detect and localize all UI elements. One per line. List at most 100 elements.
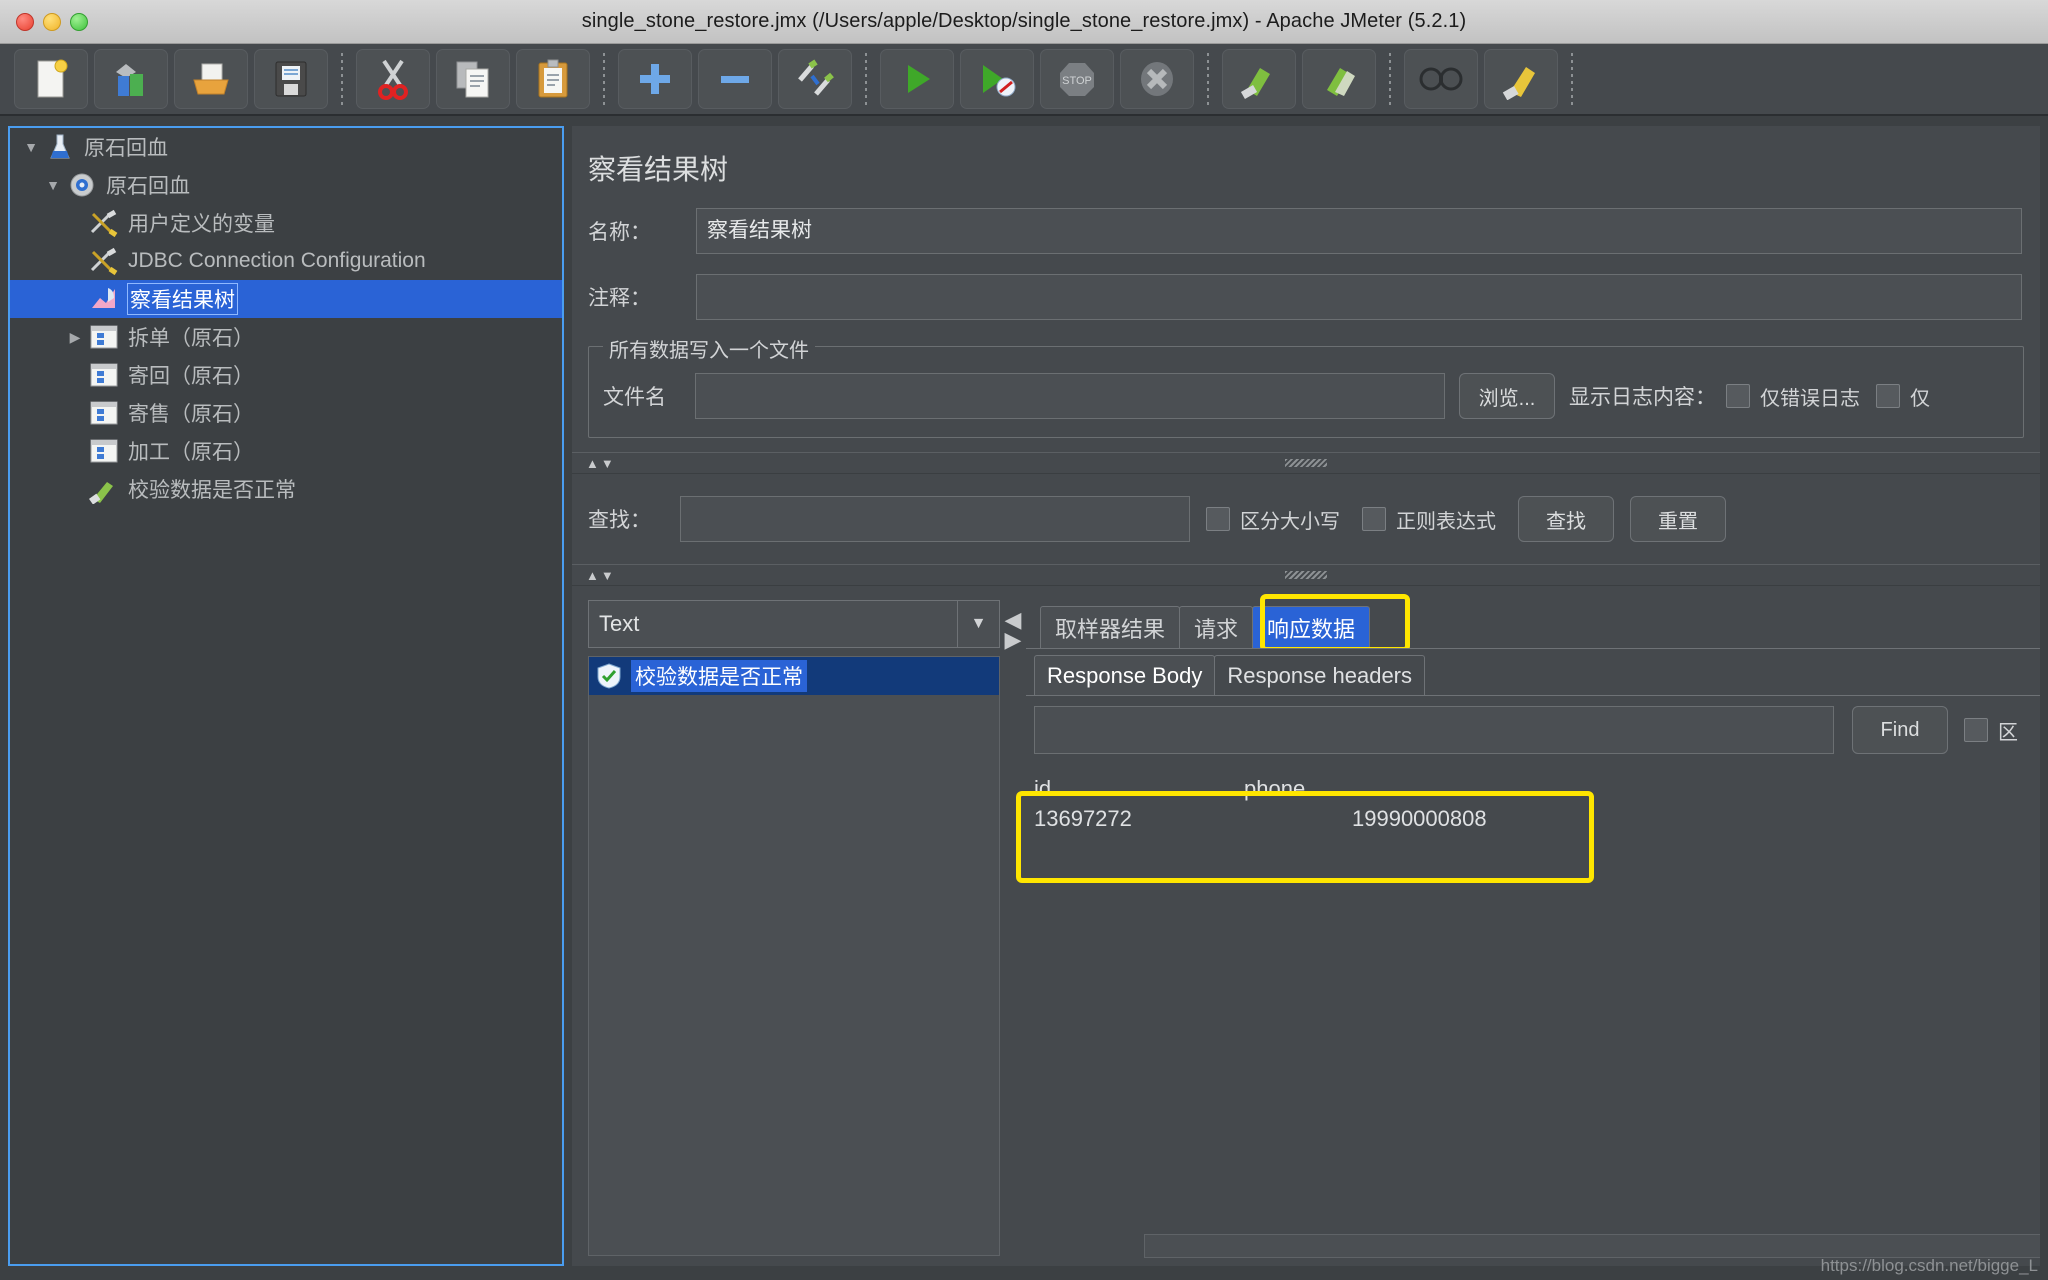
split-collapse-arrows-icon[interactable]: ▲▼ (586, 456, 616, 471)
toggle-button[interactable] (778, 49, 852, 109)
paste-button[interactable] (516, 49, 590, 109)
body-case-checkbox[interactable] (1964, 718, 1988, 742)
chevron-right-icon[interactable]: ▶ (62, 329, 88, 346)
tree-item[interactable]: · 寄回（原石） (10, 356, 562, 394)
close-window-button[interactable] (16, 13, 34, 31)
copy-button[interactable] (436, 49, 510, 109)
name-input[interactable]: 察看结果树 (696, 208, 2022, 254)
tree-item[interactable]: ▶ 拆单（原石） (10, 318, 562, 356)
response-sub-tab[interactable]: Response headers (1214, 655, 1426, 695)
tree-item-label: 原石回血 (106, 175, 190, 198)
browse-button[interactable]: 浏览... (1459, 373, 1555, 419)
window-controls[interactable] (16, 13, 88, 31)
name-label: 名称： (588, 221, 651, 244)
tree-item-label: 察看结果树 (127, 283, 238, 315)
response-col-phone-header: phone (1244, 776, 1306, 801)
response-sub-tab[interactable]: Response Body (1034, 655, 1216, 695)
clear-button[interactable] (1222, 49, 1296, 109)
success-shield-icon (595, 662, 623, 690)
toolbar-separator (1389, 53, 1391, 105)
templates-button[interactable] (94, 49, 168, 109)
test-plan-tree[interactable]: ▼ 原石回血 ▼ 原石回血 · 用户定义的变量 · JDBC Connection Confi… (8, 126, 564, 1266)
result-list-item[interactable]: 校验数据是否正常 (589, 657, 999, 695)
response-body-content[interactable]: id phone 13697272 19990000808 (1026, 764, 2040, 834)
stop-icon: STOP (1060, 63, 1094, 96)
comment-label: 注释： (588, 287, 651, 310)
search-button[interactable] (1404, 49, 1478, 109)
body-find-button[interactable]: Find (1852, 706, 1948, 754)
split-grip-icon-2[interactable] (1285, 571, 1327, 579)
filename-label: 文件名 (603, 386, 666, 409)
save-button[interactable] (254, 49, 328, 109)
case-sensitive-checkbox[interactable] (1206, 507, 1230, 531)
twisty-spacer: · (62, 443, 88, 459)
twisty-spacer: · (62, 481, 88, 497)
chevron-down-icon[interactable]: ▼ (957, 601, 999, 647)
response-body-data-row: 13697272 19990000808 (1034, 804, 2040, 834)
cut-button[interactable] (356, 49, 430, 109)
toolbar-separator (603, 53, 605, 105)
split-grip-icon[interactable] (1285, 459, 1327, 467)
start-no-pauses-button[interactable] (960, 49, 1034, 109)
collapse-all-button[interactable] (698, 49, 772, 109)
tree-item-label: 拆单（原石） (128, 327, 254, 350)
renderer-select[interactable]: Text ▼ (588, 600, 1000, 648)
expand-all-button[interactable] (618, 49, 692, 109)
minimize-window-button[interactable] (43, 13, 61, 31)
shutdown-button[interactable] (1120, 49, 1194, 109)
results-list[interactable]: 校验数据是否正常 (588, 656, 1000, 1256)
tree-item[interactable]: · 用户定义的变量 (10, 204, 562, 242)
find-button[interactable]: 查找 (1518, 496, 1614, 542)
errors-only-checkbox[interactable] (1726, 384, 1750, 408)
results-split-arrows[interactable]: ◀ ▶ (1000, 600, 1026, 1266)
chevron-down-icon[interactable]: ▼ (40, 177, 66, 193)
split-divider-top[interactable]: ▲▼ (572, 452, 2040, 474)
split-divider-middle[interactable]: ▲▼ (572, 564, 2040, 586)
arrow-right-icon[interactable]: ▶ (1005, 629, 1022, 651)
reset-button[interactable]: 重置 (1630, 496, 1726, 542)
response-panel: Response Body Response headers Find 区 id … (1016, 648, 2040, 1266)
tree-item-label: 校验数据是否正常 (128, 479, 296, 502)
twisty-spacer: · (62, 253, 88, 269)
twisty-spacer: · (62, 405, 88, 421)
comment-input[interactable] (696, 274, 2022, 320)
maximize-window-button[interactable] (70, 13, 88, 31)
response-col-id-header: id (1034, 776, 1052, 801)
body-find-input[interactable] (1034, 706, 1834, 754)
tree-item[interactable]: · JDBC Connection Configuration (10, 242, 562, 280)
search-label: 查找： (588, 509, 651, 532)
response-sub-tabs[interactable]: Response Body Response headers (1034, 655, 2040, 695)
tree-item[interactable]: ▼ 原石回血 (10, 166, 562, 204)
split-collapse-arrows-icon-2[interactable]: ▲▼ (586, 568, 616, 583)
tree-item[interactable]: · 寄售（原石） (10, 394, 562, 432)
tree-item[interactable]: · 校验数据是否正常 (10, 470, 562, 508)
test-plan-icon (44, 132, 76, 162)
search-input[interactable] (680, 496, 1190, 542)
new-button[interactable] (14, 49, 88, 109)
regex-checkbox[interactable] (1362, 507, 1386, 531)
result-tabs[interactable]: 取样器结果 请求 响应数据 (1040, 600, 2040, 648)
start-button[interactable] (880, 49, 954, 109)
tree-item-label: 原石回血 (84, 137, 168, 160)
stop-button[interactable]: STOP (1040, 49, 1114, 109)
result-tab[interactable]: 请求 (1179, 606, 1254, 648)
tree-item[interactable]: · 加工（原石） (10, 432, 562, 470)
filename-input[interactable] (695, 373, 1445, 419)
tree-item[interactable]: ▼ 原石回血 (10, 128, 562, 166)
open-button[interactable] (174, 49, 248, 109)
result-list-item-label: 校验数据是否正常 (631, 660, 807, 692)
jdbc-request-icon (88, 398, 120, 428)
successes-only-checkbox[interactable] (1876, 384, 1900, 408)
templates-icon (116, 64, 143, 96)
tree-item[interactable]: · 察看结果树 (10, 280, 562, 318)
result-tab[interactable]: 响应数据 (1252, 606, 1371, 648)
chevron-down-icon[interactable]: ▼ (18, 139, 44, 155)
tree-item-label: 寄售（原石） (128, 403, 254, 426)
start-no-timers-icon (983, 65, 1016, 97)
reset-search-button[interactable] (1484, 49, 1558, 109)
clear-all-button[interactable] (1302, 49, 1376, 109)
tree-item-label: JDBC Connection Configuration (128, 249, 426, 272)
result-tab[interactable]: 取样器结果 (1040, 606, 1181, 648)
view-results-tree-icon (88, 284, 120, 314)
twisty-spacer: · (62, 367, 88, 383)
